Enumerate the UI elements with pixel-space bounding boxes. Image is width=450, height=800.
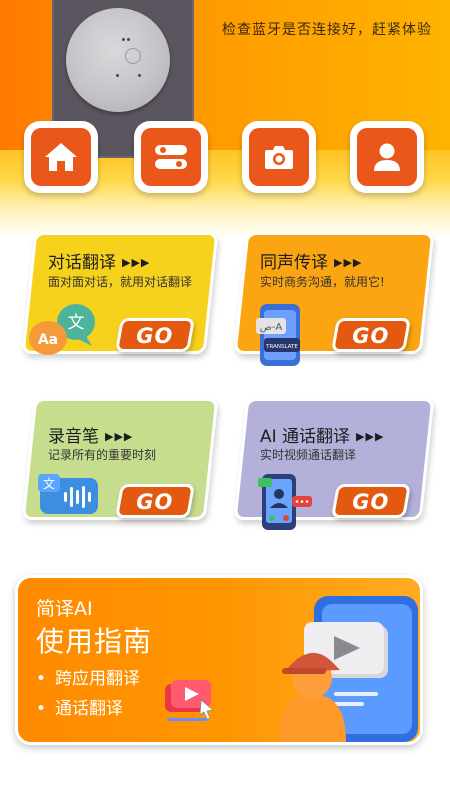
card-title: AI 通话翻译 ▶▶▶ — [260, 427, 385, 447]
guide-illustration-icon — [278, 596, 418, 742]
language-bubble-icon: 文 Aa — [29, 304, 95, 355]
guide-brand: 简译AI — [36, 598, 93, 620]
svg-text:ص-A: ص-A — [260, 322, 283, 333]
hero-banner: 检查蓝牙是否连接好，赶紧体验 — [0, 0, 450, 240]
voice-wave-icon: 文 — [38, 474, 98, 514]
simul-go-button[interactable]: GO — [331, 318, 411, 352]
svg-text:文: 文 — [43, 476, 55, 491]
nav-profile-button[interactable] — [350, 121, 424, 193]
card-title: 录音笔 ▶▶▶ — [48, 427, 134, 447]
bluetooth-tip: 检查蓝牙是否连接好，赶紧体验 — [222, 22, 432, 38]
card-subtitle: 面对面对话，就用对话翻译 — [48, 275, 193, 289]
toggle-icon — [155, 145, 187, 169]
home-icon — [45, 143, 77, 171]
card-title: 同声传译 ▶▶▶ — [260, 253, 363, 273]
svg-text:TRANSLATE: TRANSLATE — [265, 344, 298, 350]
guide-item: 通话翻译 — [36, 694, 123, 719]
card-subtitle: 记录所有的重要时刻 — [48, 448, 157, 462]
ai-call-go-button[interactable]: GO — [331, 484, 411, 518]
user-icon — [374, 143, 400, 171]
card-subtitle: 实时视频通话翻译 — [260, 448, 357, 462]
recorder-go-button[interactable]: GO — [115, 484, 195, 518]
nav-settings-button[interactable] — [134, 121, 208, 193]
dialog-go-button[interactable]: GO — [115, 318, 195, 352]
nav-camera-button[interactable] — [242, 121, 316, 193]
translate-phone-icon: ص-A TRANSLATE — [256, 304, 300, 366]
card-subtitle: 实时商务沟通，就用它! — [260, 275, 385, 289]
device-disc — [66, 8, 170, 112]
svg-text:Aa: Aa — [38, 332, 58, 348]
video-play-icon — [165, 680, 214, 721]
card-title: 对话翻译 ▶▶▶ — [48, 253, 151, 273]
camera-icon — [265, 146, 293, 169]
guide-title: 使用指南 — [36, 625, 153, 658]
nav-home-button[interactable] — [24, 121, 98, 193]
svg-text:文: 文 — [68, 313, 85, 333]
guide-item: 跨应用翻译 — [36, 664, 140, 689]
video-call-phone-icon — [258, 474, 312, 530]
user-guide-banner[interactable]: 简译AI 使用指南 跨应用翻译 通话翻译 — [15, 575, 423, 745]
